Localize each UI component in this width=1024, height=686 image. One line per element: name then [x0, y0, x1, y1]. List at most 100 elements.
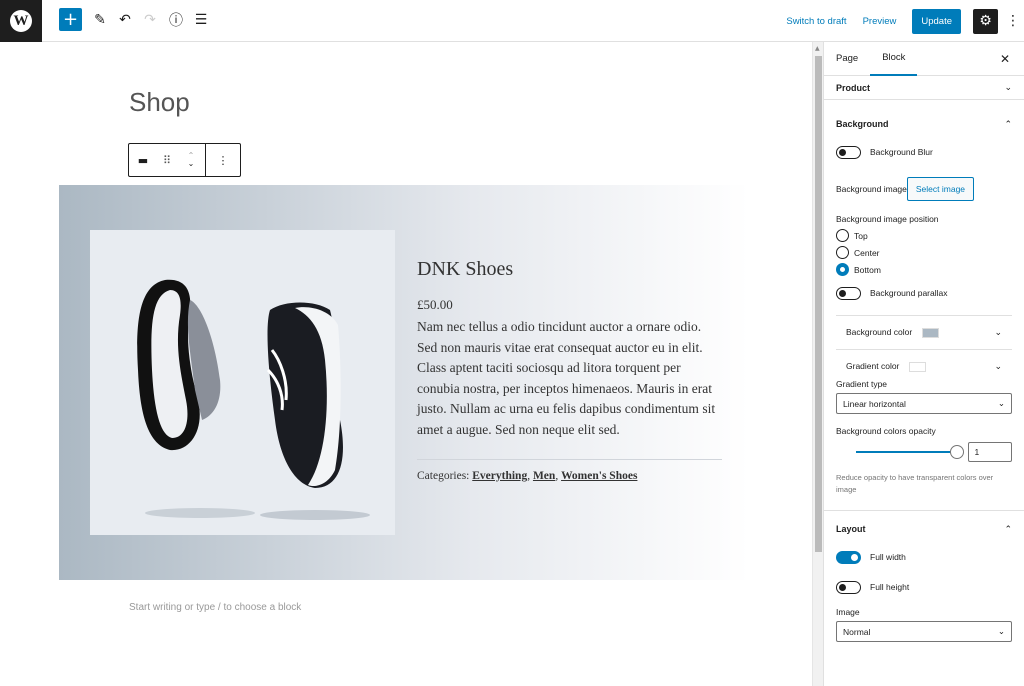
radio-label: Top — [854, 230, 868, 241]
update-button[interactable]: Update — [912, 8, 961, 34]
radio-label: Center — [854, 247, 880, 258]
category-link[interactable]: Women's Shoes — [561, 470, 637, 482]
close-icon: ✕ — [999, 52, 1010, 66]
more-vertical-icon: ⋮ — [217, 153, 229, 167]
redo-button[interactable]: ↷ — [142, 9, 158, 31]
chevron-down-icon: ⌄ — [997, 626, 1005, 636]
add-block-button[interactable]: + — [59, 8, 82, 31]
category-link[interactable]: Everything — [472, 470, 527, 482]
panel-title: Background — [836, 119, 889, 129]
block-options-button[interactable]: ⋮ — [206, 144, 240, 176]
background-parallax-toggle[interactable] — [836, 286, 861, 300]
select-value: Normal — [843, 626, 871, 637]
block-toolbar: ▬ ⠿ ⌃ ⌄ ⋮ — [128, 143, 241, 177]
move-buttons[interactable]: ⌃ ⌄ — [177, 144, 205, 176]
product-name[interactable]: DNK Shoes — [417, 258, 722, 281]
tools-button[interactable]: ✎ — [92, 9, 108, 31]
radio-label: Bottom — [854, 264, 881, 275]
tab-page[interactable]: Page — [824, 42, 870, 76]
editor-top-bar: W + ✎ ↶ ↷ ⓘ ☰ Switch to draft Preview Up… — [0, 0, 1024, 42]
background-color-row[interactable]: Background color ⌄ — [836, 315, 1012, 349]
wordpress-logo-button[interactable]: W — [0, 0, 42, 42]
opacity-label: Background colors opacity — [836, 426, 936, 436]
product-price: £50.00 — [417, 297, 453, 312]
info-icon: ⓘ — [169, 13, 183, 29]
radio-bottom[interactable] — [836, 263, 849, 276]
panel-title: Product — [836, 82, 871, 93]
background-parallax-row: Background parallax — [824, 283, 1024, 303]
radio-top-row[interactable]: Top — [824, 227, 1024, 244]
category-link[interactable]: Men — [533, 470, 555, 482]
background-blur-toggle[interactable] — [836, 145, 861, 159]
full-height-row: Full height — [824, 577, 1024, 597]
block-appender-placeholder[interactable]: Start writing or type / to choose a bloc… — [129, 602, 301, 613]
opacity-input[interactable]: 1 — [967, 442, 1012, 462]
scroll-up-arrow-icon[interactable]: ▲ — [815, 45, 820, 52]
page-title[interactable]: Shop — [129, 87, 190, 118]
radio-center-row[interactable]: Center — [824, 244, 1024, 261]
divider — [417, 458, 722, 460]
full-width-label: Full width — [870, 552, 906, 562]
product-cover-block[interactable]: DNK Shoes £50.00 Nam nec tellus a odio t… — [59, 185, 749, 580]
background-blur-row: Background Blur — [824, 142, 1024, 162]
editor-scrollbar[interactable]: ▲ — [812, 42, 823, 686]
full-width-row: Full width — [824, 547, 1024, 567]
opacity-row: 1 — [824, 440, 1024, 464]
undo-button[interactable]: ↶ — [117, 9, 133, 31]
categories-label: Categories: — [417, 469, 470, 482]
close-sidebar-button[interactable]: ✕ — [1000, 52, 1010, 66]
panel-title: Layout — [836, 524, 866, 534]
move-down-icon[interactable]: ⌄ — [188, 160, 195, 168]
settings-button[interactable]: ⚙ — [973, 8, 998, 34]
background-color-label: Background color — [846, 327, 940, 338]
select-value: Linear horizontal — [843, 398, 906, 409]
undo-icon: ↶ — [119, 12, 131, 28]
panel-product-toggle[interactable]: Product ⌄ — [824, 76, 1024, 100]
settings-sidebar: Page Block ✕ Product ⌄ Background ⌃ Back… — [823, 42, 1024, 686]
chevron-up-icon: ⌃ — [1004, 523, 1012, 534]
select-image-button[interactable]: Select image — [906, 177, 975, 201]
drag-handle[interactable]: ⠿ — [157, 144, 177, 176]
block-type-button[interactable]: ▬ — [129, 144, 157, 176]
plus-icon: + — [62, 9, 79, 30]
gradient-type-select[interactable]: Linear horizontal ⌄ — [836, 393, 1012, 414]
background-color-swatch[interactable] — [922, 327, 940, 338]
list-view-button[interactable]: ☰ — [193, 9, 209, 31]
tab-block[interactable]: Block — [870, 42, 918, 76]
scrollbar-thumb[interactable] — [815, 56, 822, 552]
opacity-help-text: Reduce opacity to have transparent color… — [836, 473, 994, 494]
radio-top[interactable] — [836, 229, 849, 242]
full-width-toggle[interactable] — [836, 550, 861, 564]
switch-to-draft-button[interactable]: Switch to draft — [786, 16, 846, 27]
gradient-color-swatch[interactable] — [909, 361, 927, 372]
gear-icon: ⚙ — [979, 13, 992, 29]
product-info: DNK Shoes £50.00 Nam nec tellus a odio t… — [417, 258, 722, 482]
image-select[interactable]: Normal ⌄ — [836, 621, 1012, 642]
image-label: Image — [836, 607, 860, 617]
full-height-label: Full height — [870, 582, 910, 592]
redo-icon: ↷ — [144, 12, 156, 28]
opacity-slider[interactable] — [856, 444, 964, 460]
block-type-icon: ▬ — [137, 153, 149, 167]
slider-track — [856, 451, 961, 453]
chevron-down-icon: ⌄ — [1004, 82, 1012, 92]
panel-background-toggle[interactable]: Background ⌃ — [824, 106, 1024, 142]
label-text: Background color — [846, 327, 913, 338]
full-height-toggle[interactable] — [836, 580, 861, 594]
chevron-down-icon: ⌄ — [994, 327, 1002, 337]
details-button[interactable]: ⓘ — [168, 9, 184, 31]
wordpress-logo-icon: W — [10, 10, 32, 32]
radio-center[interactable] — [836, 246, 849, 259]
chevron-down-icon: ⌄ — [994, 361, 1002, 371]
options-menu-button[interactable]: ⋮ — [1006, 13, 1020, 29]
product-categories: Categories: Everything, Men, Women's Sho… — [417, 469, 638, 482]
drag-icon: ⠿ — [162, 153, 172, 167]
editor-canvas: Shop ▬ ⠿ ⌃ ⌄ ⋮ DNK Shoes £50.00 Nam nec t — [0, 42, 812, 686]
panel-layout-toggle[interactable]: Layout ⌃ — [824, 511, 1024, 547]
chevron-down-icon: ⌄ — [997, 398, 1005, 408]
chevron-up-icon: ⌃ — [1004, 118, 1012, 129]
preview-button[interactable]: Preview — [863, 16, 897, 27]
gradient-color-row[interactable]: Gradient color ⌄ — [836, 349, 1012, 383]
radio-bottom-row[interactable]: Bottom — [824, 261, 1024, 278]
slider-thumb[interactable] — [949, 445, 964, 459]
